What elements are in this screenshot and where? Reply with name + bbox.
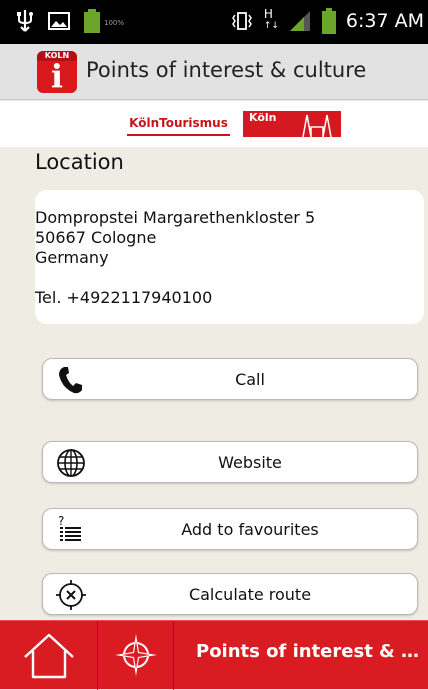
calculate-route-button-label: Calculate route [188, 585, 312, 604]
nav-home-button[interactable] [0, 621, 98, 690]
home-icon [24, 633, 74, 679]
battery-icon: 100% [84, 9, 124, 33]
status-left-icons: 100% [16, 9, 124, 33]
cathedral-icon [302, 114, 332, 137]
status-time: 6:37 AM [345, 10, 424, 32]
app-logo[interactable]: KOLN i [37, 51, 77, 93]
location-title: Location [35, 150, 124, 174]
address-postal-city: 50667 Cologne [35, 228, 157, 247]
network-type-label: H [263, 7, 273, 21]
status-bar: 100% H ↑↓ 6:37 AM [0, 0, 428, 44]
address-street: Dompropstei Margarethenkloster 5 [35, 208, 316, 227]
add-favourites-button-label: Add to favourites [181, 520, 319, 539]
address-phone: Tel. +4922117940100 [35, 288, 213, 307]
calculate-route-button[interactable]: Calculate route [42, 573, 418, 615]
koelntourismus-logo[interactable]: KölnTourismus [127, 114, 230, 136]
network-activity: ↑↓ [263, 21, 279, 31]
add-favourites-button[interactable]: ? Add to favourites [42, 508, 418, 550]
address-country: Germany [35, 248, 109, 267]
website-button-label: Website [218, 453, 282, 472]
call-button-label: Call [235, 370, 265, 389]
image-icon [48, 12, 70, 30]
signal-icon [289, 11, 310, 31]
vibrate-icon [231, 12, 252, 30]
compass-icon [115, 634, 157, 676]
call-button[interactable]: Call [42, 358, 418, 400]
network-h-icon: H ↑↓ [263, 7, 279, 34]
app-logo-letter: i [50, 57, 64, 93]
battery-full-icon [321, 8, 336, 34]
bottom-nav: Points of interest & c... [0, 620, 428, 690]
sponsor-bar: KölnTourismus Köln [0, 101, 428, 147]
nav-current-section-label: Points of interest & c... [196, 641, 428, 662]
page-title: Points of interest & culture [86, 58, 367, 82]
koeln-logo-label: Köln [249, 111, 277, 124]
website-button[interactable]: Website [42, 441, 418, 483]
usb-icon [17, 10, 33, 32]
battery-percent: 100% [104, 19, 125, 27]
action-bar: KOLN i Points of interest & culture [0, 44, 428, 100]
address-card: Dompropstei Margarethenkloster 5 50667 C… [35, 190, 424, 324]
nav-compass-button[interactable] [98, 621, 174, 690]
status-right-icons: H ↑↓ 6:37 AM [230, 8, 424, 34]
koeln-logo[interactable]: Köln [243, 111, 341, 137]
